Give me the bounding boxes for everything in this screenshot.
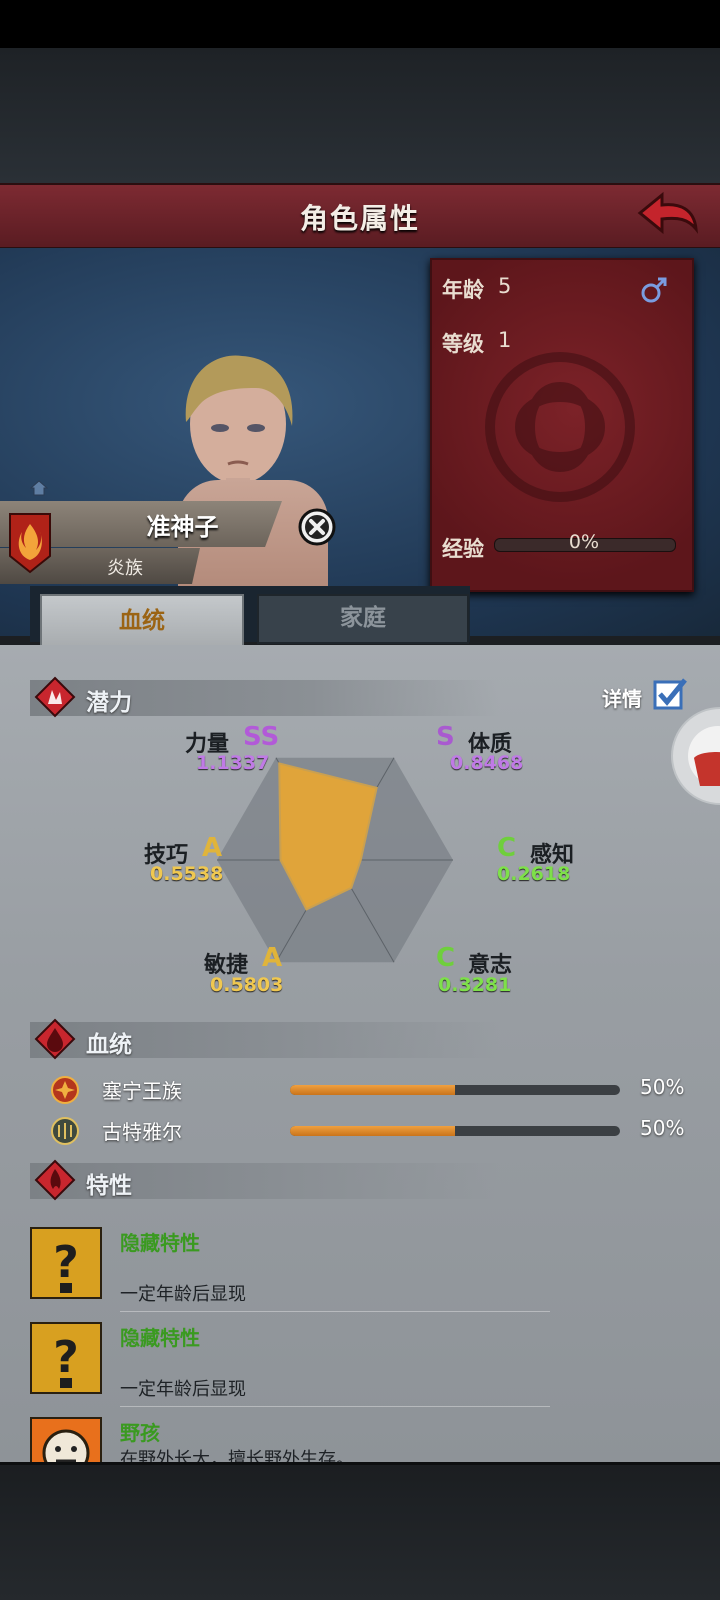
bottom-background (0, 1465, 720, 1600)
lineage-bar (290, 1126, 620, 1136)
wild-child-icon (30, 1417, 102, 1465)
detail-label: 详情 (602, 687, 642, 711)
tab-family[interactable]: 家庭 (257, 594, 469, 644)
sening-royal-icon (51, 1076, 79, 1104)
lineage-percent: 50% (640, 1116, 685, 1140)
blood-drop-icon (34, 1018, 76, 1060)
lineage-name: 塞宁王族 (102, 1079, 182, 1103)
character-clan: 炎族 (107, 558, 143, 579)
age-label: 年龄 (442, 278, 484, 302)
attr-grade-strength: SS (243, 722, 280, 752)
level-label: 等级 (442, 332, 484, 356)
traits-icon (34, 1159, 76, 1201)
character-portrait (185, 355, 293, 492)
question-icon: ? (30, 1227, 102, 1299)
attr-grade-will: C (436, 943, 456, 973)
attr-value-strength: 1.1337 (196, 752, 270, 774)
lineage-name: 古特雅尔 (102, 1120, 182, 1144)
home-icon (30, 480, 48, 496)
attr-grade-agility: A (262, 943, 283, 973)
trait-item[interactable]: ? 隐藏特性 一定年龄后显现 (30, 1227, 690, 1317)
male-icon (641, 277, 667, 303)
trait-divider (120, 1311, 550, 1312)
trait-name: 隐藏特性 (120, 1326, 200, 1350)
trait-divider (120, 1406, 550, 1407)
lineage-bar-fill (290, 1085, 455, 1095)
exp-value: 0% (568, 531, 600, 553)
traits-title: 特性 (86, 1173, 132, 1199)
tab-family-label: 家庭 (340, 605, 386, 631)
tab-lineage[interactable]: 血统 (40, 594, 244, 648)
attr-grade-perception: C (497, 833, 517, 863)
lineage-row: 古特雅尔 50% (40, 1114, 700, 1148)
celtic-knot-emblem (485, 352, 635, 502)
svg-text:?: ? (53, 1237, 79, 1288)
trait-item[interactable]: ? 隐藏特性 一定年龄后显现 (30, 1322, 690, 1412)
gutejar-icon (51, 1117, 79, 1145)
trait-name: 隐藏特性 (120, 1231, 200, 1255)
top-background (0, 48, 720, 183)
level-value: 1 (498, 328, 512, 352)
attr-value-will: 0.3281 (438, 974, 512, 996)
attr-value-constitution: 0.8468 (450, 752, 524, 774)
lineage-row: 塞宁王族 50% (40, 1073, 700, 1107)
attr-value-perception: 0.2618 (497, 863, 571, 885)
exp-label: 经验 (442, 537, 484, 561)
side-drawer-handle[interactable] (670, 706, 720, 806)
tab-lineage-label: 血统 (119, 608, 165, 634)
attr-grade-skill: A (202, 833, 223, 863)
potential-title: 潜力 (86, 690, 132, 716)
trait-item[interactable]: 野孩 在野外长大，擅长野外生存。 (30, 1417, 690, 1465)
trait-description: 一定年龄后显现 (120, 1284, 246, 1305)
trait-name: 野孩 (120, 1421, 160, 1445)
status-bar (0, 0, 720, 48)
character-name: 准神子 (146, 513, 219, 541)
age-value: 5 (498, 274, 512, 298)
attr-value-agility: 0.5803 (210, 974, 284, 996)
close-icon[interactable] (298, 508, 336, 546)
attr-value-skill: 0.5538 (150, 863, 224, 885)
lineage-percent: 50% (640, 1075, 685, 1099)
svg-text:?: ? (53, 1332, 79, 1383)
potential-icon (34, 676, 76, 718)
page-title: 角色属性 (299, 202, 420, 235)
header-bar: 角色属性 (0, 183, 720, 250)
clan-crest-icon (9, 513, 51, 574)
lineage-bar (290, 1085, 620, 1095)
back-arrow-icon[interactable] (636, 189, 700, 241)
lineage-bar-fill (290, 1126, 455, 1136)
question-icon: ? (30, 1322, 102, 1394)
attr-grade-constitution: S (436, 722, 455, 752)
lineage-title: 血统 (86, 1032, 132, 1058)
trait-description: 一定年龄后显现 (120, 1379, 246, 1400)
